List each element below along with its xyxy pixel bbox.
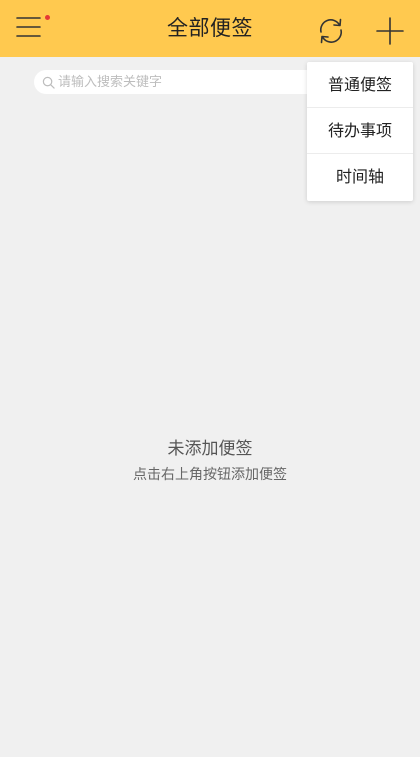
add-menu-dropdown: 普通便签 待办事项 时间轴 <box>307 62 413 201</box>
sync-icon <box>319 18 343 44</box>
add-button[interactable] <box>375 16 405 46</box>
notification-dot <box>45 15 50 20</box>
empty-state-hint: 点击右上角按钮添加便签 <box>133 467 287 483</box>
page-title: 全部便签 <box>167 16 253 40</box>
menu-item-normal-note[interactable]: 普通便签 <box>307 62 413 108</box>
app-screen: 全部便签 普通便签 待办事项 时间轴 未添加便签 点击右上角按钮添 <box>0 0 420 757</box>
search-input[interactable] <box>58 72 324 92</box>
empty-state-title: 未添加便签 <box>167 439 253 459</box>
search-bar[interactable] <box>34 70 324 94</box>
menu-icon <box>16 17 41 37</box>
menu-item-todo[interactable]: 待办事项 <box>307 108 413 154</box>
menu-button[interactable] <box>13 14 53 46</box>
sync-button[interactable] <box>315 15 347 47</box>
add-icon <box>376 17 404 45</box>
top-bar: 全部便签 <box>0 0 420 57</box>
search-icon <box>42 76 55 89</box>
menu-item-timeline[interactable]: 时间轴 <box>307 154 413 201</box>
